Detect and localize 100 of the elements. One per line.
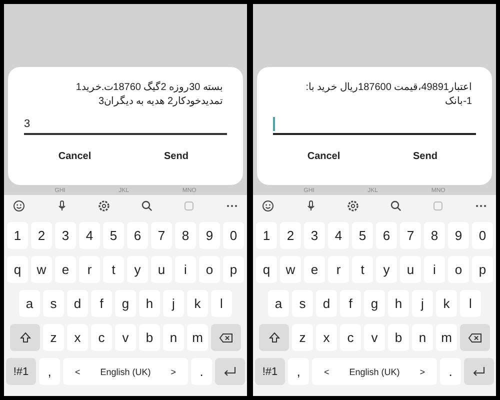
settings-icon[interactable] xyxy=(346,199,360,213)
send-button[interactable]: Send xyxy=(126,147,227,166)
keyboard-key[interactable]: p xyxy=(223,256,244,283)
keyboard-key[interactable]: 4 xyxy=(79,222,100,249)
keyboard-key[interactable]: . xyxy=(191,358,212,385)
keyboard-key[interactable]: p xyxy=(472,256,493,283)
emoji-icon[interactable] xyxy=(261,199,275,213)
keyboard-key[interactable]: 2 xyxy=(31,222,52,249)
next-language-arrow[interactable]: > xyxy=(420,366,425,376)
keyboard-key[interactable]: y xyxy=(127,256,148,283)
keyboard-key[interactable]: 7 xyxy=(400,222,421,249)
keyboard-key[interactable]: a xyxy=(268,290,289,317)
emoji-icon[interactable] xyxy=(12,199,26,213)
settings-icon[interactable] xyxy=(97,199,112,213)
search-icon[interactable] xyxy=(140,199,154,213)
next-language-arrow[interactable]: > xyxy=(170,366,176,376)
keyboard-key[interactable]: 0 xyxy=(223,222,244,249)
keyboard-key[interactable]: q xyxy=(7,256,28,283)
keyboard-key[interactable]: t xyxy=(103,256,124,283)
keyboard-key[interactable]: k xyxy=(436,290,457,317)
keyboard-key[interactable]: b xyxy=(388,324,409,351)
previous-language-arrow[interactable]: < xyxy=(324,366,330,376)
keyboard-key[interactable]: 8 xyxy=(424,222,445,249)
shift-key[interactable] xyxy=(10,324,40,351)
keyboard-key[interactable]: . xyxy=(440,358,461,385)
keyboard-key[interactable]: 7 xyxy=(151,222,172,249)
keyboard-key[interactable]: f xyxy=(340,290,361,317)
keyboard-key[interactable]: 9 xyxy=(199,222,220,249)
shift-key[interactable] xyxy=(259,324,289,351)
keyboard-key[interactable]: n xyxy=(163,324,184,351)
keyboard-key[interactable]: s xyxy=(43,290,64,317)
keyboard-key[interactable]: x xyxy=(67,324,88,351)
keyboard-key[interactable]: l xyxy=(460,290,481,317)
keyboard-key[interactable]: o xyxy=(448,256,469,283)
keyboard-key[interactable]: w xyxy=(31,256,52,283)
keyboard-key[interactable]: j xyxy=(163,290,184,317)
keyboard-key[interactable]: 2 xyxy=(280,222,301,249)
keyboard-key[interactable]: i xyxy=(424,256,445,283)
keyboard-key[interactable]: h xyxy=(388,290,409,317)
keyboard-key[interactable]: w xyxy=(280,256,301,283)
symbols-key[interactable]: !#1 xyxy=(6,358,36,385)
backspace-key[interactable] xyxy=(211,324,241,351)
keyboard-key[interactable]: h xyxy=(139,290,160,317)
keyboard-key[interactable]: a xyxy=(19,290,40,317)
enter-key[interactable] xyxy=(215,358,245,385)
keyboard-key[interactable]: 3 xyxy=(55,222,76,249)
keyboard-key[interactable]: 9 xyxy=(448,222,469,249)
keyboard-key[interactable]: d xyxy=(316,290,337,317)
keyboard-key[interactable]: r xyxy=(79,256,100,283)
keyboard-key[interactable]: 6 xyxy=(127,222,148,249)
keyboard-key[interactable]: 8 xyxy=(175,222,196,249)
keyboard-key[interactable]: c xyxy=(91,324,112,351)
keyboard-key[interactable]: 1 xyxy=(256,222,277,249)
keyboard-key[interactable]: 1 xyxy=(7,222,28,249)
keyboard-key[interactable]: 0 xyxy=(472,222,493,249)
keyboard-key[interactable]: o xyxy=(199,256,220,283)
keyboard-key[interactable]: e xyxy=(55,256,76,283)
cancel-button[interactable]: Cancel xyxy=(24,147,126,166)
keyboard-key[interactable]: g xyxy=(364,290,385,317)
cancel-button[interactable]: Cancel xyxy=(273,147,374,166)
keyboard-key[interactable]: u xyxy=(151,256,172,283)
keyboard-key[interactable]: u xyxy=(400,256,421,283)
keyboard-key[interactable]: y xyxy=(376,256,397,283)
keyboard-key[interactable]: f xyxy=(91,290,112,317)
keyboard-key[interactable]: t xyxy=(352,256,373,283)
previous-language-arrow[interactable]: < xyxy=(75,366,80,376)
symbols-key[interactable]: !#1 xyxy=(255,358,285,385)
send-button[interactable]: Send xyxy=(374,147,476,166)
keyboard-key[interactable]: j xyxy=(412,290,433,317)
keyboard-key[interactable]: l xyxy=(211,290,232,317)
keyboard-key[interactable]: n xyxy=(412,324,433,351)
keyboard-key[interactable]: 4 xyxy=(328,222,349,249)
keyboard-key[interactable]: x xyxy=(316,324,337,351)
keyboard-key[interactable]: i xyxy=(175,256,196,283)
keyboard-key[interactable]: d xyxy=(67,290,88,317)
input-field[interactable] xyxy=(273,115,476,135)
keyboard-key[interactable]: , xyxy=(39,358,60,385)
keyboard-key[interactable]: m xyxy=(436,324,457,351)
keyboard-key[interactable]: r xyxy=(328,256,349,283)
keyboard-key[interactable]: c xyxy=(340,324,361,351)
keyboard-key[interactable]: 6 xyxy=(376,222,397,249)
keyboard-key[interactable]: , xyxy=(288,358,309,385)
search-icon[interactable] xyxy=(388,199,403,213)
keyboard-key[interactable]: e xyxy=(304,256,325,283)
keyboard-key[interactable]: m xyxy=(187,324,208,351)
keyboard-key[interactable]: v xyxy=(364,324,385,351)
space-bar[interactable]: < English (UK) > xyxy=(312,358,437,385)
space-bar[interactable]: < English (UK) > xyxy=(63,358,188,385)
keyboard-key[interactable]: z xyxy=(43,324,64,351)
keyboard-key[interactable]: k xyxy=(187,290,208,317)
keyboard-key[interactable]: 5 xyxy=(352,222,373,249)
keyboard-key[interactable]: g xyxy=(115,290,136,317)
enter-key[interactable] xyxy=(464,358,494,385)
backspace-key[interactable] xyxy=(460,324,490,351)
keyboard-key[interactable]: s xyxy=(292,290,313,317)
keyboard-key[interactable]: z xyxy=(292,324,313,351)
keyboard-key[interactable]: q xyxy=(256,256,277,283)
input-field[interactable]: 3 xyxy=(24,115,227,135)
keyboard-key[interactable]: b xyxy=(139,324,160,351)
keyboard-key[interactable]: v xyxy=(115,324,136,351)
